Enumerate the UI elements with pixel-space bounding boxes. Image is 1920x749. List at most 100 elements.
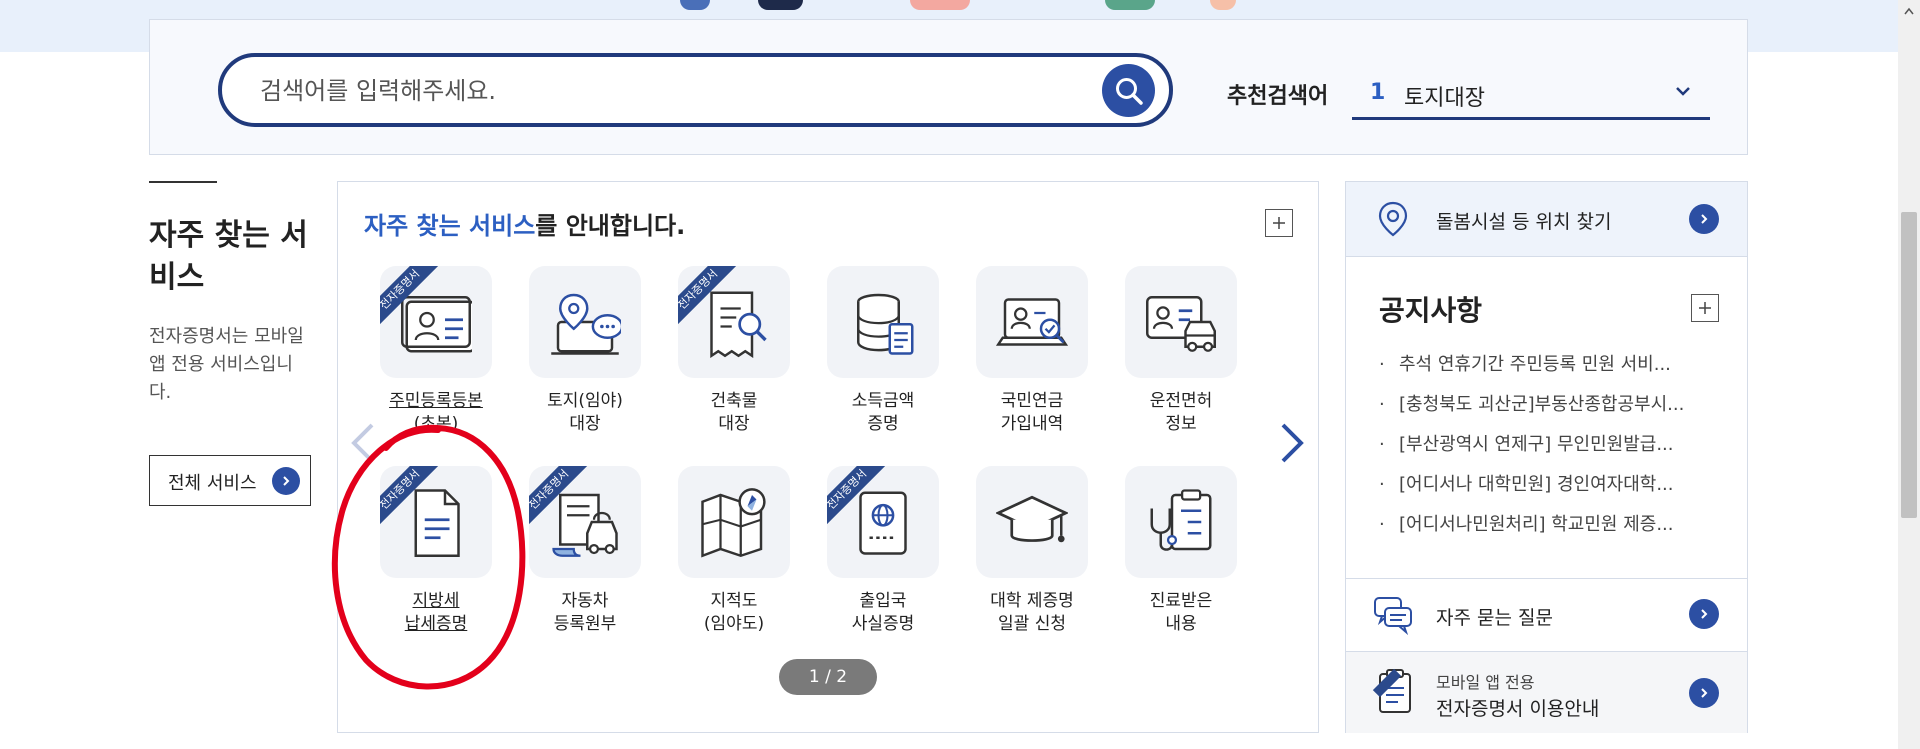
service-label-line2: 사실증명 (851, 614, 915, 634)
service-label: 자동차 등록원부 (510, 590, 660, 636)
notice-list: 추석 연휴기간 주민등록 민원 서비... [충청북도 괴산군]부동산종합공부시… (1379, 352, 1719, 552)
services-heading: 자주 찾는 서비스를 안내합니다. (364, 206, 685, 241)
service-label-line1: 진료받은 (1149, 591, 1213, 611)
notice-item[interactable]: [부산광역시 연제구] 무인민원발급... (1379, 432, 1719, 472)
service-label: 건축물 대장 (659, 390, 809, 436)
carousel-next-icon[interactable] (1279, 421, 1305, 465)
chevron-right-icon (1689, 599, 1719, 629)
e-certificate-icon (1372, 668, 1411, 713)
carousel-prev-icon[interactable] (350, 421, 376, 465)
service-label: 출입국사실증명 (808, 590, 958, 636)
service-item[interactable]: 지적도 (임야도) (659, 466, 809, 636)
service-label: 운전면허정보 (1106, 390, 1256, 436)
services-more-button[interactable] (1265, 209, 1293, 237)
cadastral-map-icon (701, 488, 766, 558)
service-label-line2: 정보 (1165, 414, 1197, 434)
search-input[interactable] (258, 71, 1062, 111)
chevron-right-icon (1689, 204, 1719, 234)
service-label: 토지(임야) 대장 (510, 390, 660, 436)
faq-label: 자주 묻는 질문 (1436, 607, 1553, 629)
service-label-line2: (임야도) (703, 614, 765, 634)
chat-bubbles-icon (1374, 597, 1412, 635)
service-label-line1: 지적도 (710, 591, 758, 611)
recommended-keyword: 토지대장 (1404, 86, 1485, 111)
medical-record-icon (1150, 489, 1212, 551)
pension-laptop-icon (996, 298, 1068, 346)
service-item[interactable]: 전자증명서자동차 등록원부 (510, 466, 660, 636)
service-tile: 전자증명서 (827, 466, 939, 578)
service-item[interactable]: 전자증명서출입국사실증명 (808, 466, 958, 636)
service-item[interactable]: 전자증명서지방세납세증명 (361, 466, 511, 636)
notice-item[interactable]: [충청북도 괴산군]부동산종합공부시... (1379, 392, 1719, 432)
service-label: 소득금액 증명 (808, 390, 958, 436)
all-services-label: 전체 서비스 (168, 473, 257, 494)
all-services-button[interactable]: 전체 서비스 (149, 455, 311, 506)
app-guide-label: 전자증명서 이용안내 (1436, 698, 1600, 720)
notice-title: 공지사항 (1379, 294, 1483, 327)
service-item[interactable]: 운전면허정보 (1106, 266, 1256, 436)
location-finder-label: 돌봄시설 등 위치 찾기 (1436, 211, 1612, 233)
service-label-line1: 자동차 (561, 591, 609, 611)
service-tile (678, 466, 790, 578)
service-label-line1: 소득금액 (851, 391, 915, 411)
faq-link[interactable]: 자주 묻는 질문 (1346, 578, 1747, 651)
service-item[interactable]: 전자증명서 주민등록등본 (초본) (361, 266, 511, 436)
banner-illustration (1210, 0, 1236, 10)
service-label-line1: 토지(임야) (547, 391, 623, 411)
banner-illustration (758, 0, 803, 10)
drivers-license-icon (1146, 296, 1216, 352)
search-panel: 추천검색어 1 토지대장 (149, 19, 1748, 155)
services-heading-highlight: 자주 찾는 서비스 (364, 212, 536, 240)
scroll-up-icon[interactable] (1898, 0, 1920, 22)
service-label-line1: 지방세 (412, 591, 460, 611)
scrollbar-thumb[interactable] (1901, 212, 1917, 518)
recommended-keywords-dropdown[interactable]: 1 토지대장 (1352, 70, 1710, 120)
intro-title: 자주 찾는 서비스 (149, 218, 308, 295)
service-label-line1: 대학 제증명 (990, 591, 1074, 611)
search-button[interactable] (1102, 64, 1155, 117)
page-scrollbar[interactable] (1898, 0, 1920, 749)
service-label-line2: 대장 (569, 414, 601, 434)
recommended-rank: 1 (1370, 80, 1386, 105)
service-label-line2: 납세증명 (404, 614, 468, 634)
service-label-line2: (초본) (413, 414, 459, 434)
service-item[interactable]: 소득금액 증명 (808, 266, 958, 436)
service-label-line2: 일괄 신청 (998, 614, 1066, 634)
service-label: 국민연금가입내역 (957, 390, 1107, 436)
income-database-icon (857, 293, 914, 355)
service-item[interactable]: 토지(임야) 대장 (510, 266, 660, 436)
service-tile: 전자증명서 (529, 466, 641, 578)
notice-more-button[interactable] (1691, 294, 1719, 322)
service-item[interactable]: 대학 제증명일괄 신청 (957, 466, 1107, 636)
notice-item[interactable]: 추석 연휴기간 주민등록 민원 서비... (1379, 352, 1719, 392)
e-certificate-guide-link[interactable]: 모바일 앱 전용 전자증명서 이용안내 (1346, 651, 1747, 733)
service-label-line2: 가입내역 (1000, 414, 1064, 434)
graduation-cap-icon (996, 495, 1068, 543)
service-item[interactable]: 국민연금가입내역 (957, 266, 1107, 436)
right-sidebar: 돌봄시설 등 위치 찾기 공지사항 추석 연휴기간 주민등록 민원 서비... … (1345, 181, 1748, 733)
location-pin-icon (1378, 201, 1408, 237)
location-finder-link[interactable]: 돌봄시설 등 위치 찾기 (1346, 182, 1747, 257)
notice-item[interactable]: [어디서나민원처리] 학교민원 제증... (1379, 512, 1719, 552)
tax-document-icon (414, 489, 460, 557)
service-label: 지방세납세증명 (361, 590, 511, 636)
banner-illustration (1105, 0, 1155, 10)
banner-illustration (680, 0, 710, 10)
service-tile (976, 466, 1088, 578)
service-label-line1: 운전면허 (1149, 391, 1213, 411)
service-label-line1: 국민연금 (1000, 391, 1064, 411)
service-label-line1: 출입국 (859, 591, 907, 611)
frequent-services-panel: 자주 찾는 서비스를 안내합니다. 전자증명서 주민등록등본 (초본) 토지(임야) 대… (337, 181, 1319, 733)
service-item[interactable]: 진료받은 내용 (1106, 466, 1256, 636)
plus-icon (1273, 217, 1285, 229)
service-item[interactable]: 전자증명서 건축물 대장 (659, 266, 809, 436)
intro-description: 전자증명서는 모바일 앱 전용 서비스입니다. (149, 326, 304, 403)
service-tile: 전자증명서 (380, 466, 492, 578)
app-guide-sublabel: 모바일 앱 전용 (1436, 673, 1535, 692)
notice-item[interactable]: [어디서나 대학민원] 경인여자대학... (1379, 472, 1719, 512)
service-label: 지적도 (임야도) (659, 590, 809, 636)
service-label-line2: 대장 (718, 414, 750, 434)
banner-illustration (910, 0, 970, 10)
service-tile (827, 266, 939, 378)
service-tile (976, 266, 1088, 378)
